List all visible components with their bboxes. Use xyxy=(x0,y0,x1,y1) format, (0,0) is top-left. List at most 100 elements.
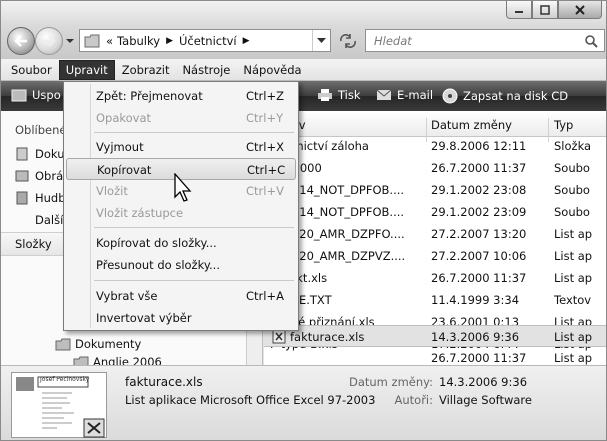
menu-item-label: Zpět: Přejmenovat xyxy=(96,89,203,103)
file-row[interactable]: 020114_NOT_DPFOB.... 29.1.2002 23:09 Sou… xyxy=(264,201,606,223)
file-row-selected[interactable]: fakturace.xls 14.3.2006 9:36 List ap xyxy=(264,325,606,347)
navigation-row: « Tabulky ▶ Účetnictví ▶ Hledat xyxy=(5,25,605,57)
recent-pages-dropdown-icon[interactable] xyxy=(65,36,75,46)
menu-upravit[interactable]: Upravit xyxy=(58,59,115,80)
menu-item-undo[interactable]: Zpět: Přejmenovat Ctrl+Z xyxy=(66,85,296,107)
close-button[interactable] xyxy=(558,1,602,19)
menu-item-shortcut: Ctrl+C xyxy=(247,163,286,177)
breadcrumb-arrow-icon[interactable]: ▶ xyxy=(166,36,173,46)
address-overflow[interactable]: « xyxy=(106,34,113,48)
breadcrumb-tabulky[interactable]: Tabulky xyxy=(117,34,160,48)
title-bar: « Tabulky ▶ Účetnictví ▶ Hledat xyxy=(1,1,606,59)
search-icon[interactable] xyxy=(584,34,598,48)
menu-item-shortcut: Ctrl+Z xyxy=(246,89,284,103)
search-placeholder: Hledat xyxy=(374,33,412,48)
column-date[interactable]: Datum změny xyxy=(431,118,512,132)
file-row[interactable]: Účetnictví záloha 29.8.2006 12:11 Složka xyxy=(264,135,606,157)
menu-zobrazit[interactable]: Zobrazit xyxy=(116,60,176,80)
file-row[interactable]: 070220_AMR_DZPVZ.... 27.2.2007 10:06 Lis… xyxy=(264,245,606,267)
back-button[interactable] xyxy=(7,27,35,55)
file-date: 27.2.2007 10:06 xyxy=(431,249,527,263)
favorite-label: Doku xyxy=(35,147,65,161)
folder-icon xyxy=(84,34,100,47)
disc-icon xyxy=(442,88,458,104)
menu-nastroje[interactable]: Nástroje xyxy=(176,60,236,80)
forward-button[interactable] xyxy=(35,27,63,55)
search-input[interactable]: Hledat xyxy=(365,29,605,52)
breadcrumb-arrow-icon[interactable]: ▶ xyxy=(243,36,250,46)
menu-item-label: Vložit xyxy=(96,184,128,198)
email-icon xyxy=(376,89,392,100)
menu-item-label: Přesunout do složky... xyxy=(96,258,220,272)
maximize-button[interactable] xyxy=(532,1,558,19)
caption-buttons xyxy=(506,1,602,19)
address-bar[interactable]: « Tabulky ▶ Účetnictví ▶ xyxy=(79,29,331,52)
menu-item-cut[interactable]: Vyjmout Ctrl+X xyxy=(66,136,296,158)
menu-bar: Soubor Upravit Zobrazit Nástroje Nápověd… xyxy=(1,59,606,81)
folders-label: Složky xyxy=(15,237,52,251)
print-button[interactable]: Tisk xyxy=(317,88,361,102)
thumbnail-text: Josef Pecinovský xyxy=(40,376,90,383)
file-row[interactable]: 070220_AMR_DZPFO.... 27.2.2007 13:20 Lis… xyxy=(264,223,606,245)
file-thumbnail: Josef Pecinovský xyxy=(11,372,107,438)
favorites-heading: Oblíbené xyxy=(15,123,67,137)
print-label: Tisk xyxy=(338,88,361,102)
organize-button[interactable]: Uspo xyxy=(11,88,61,102)
breadcrumb-ucetnictvi[interactable]: Účetnictví xyxy=(179,34,237,48)
edit-menu: Zpět: Přejmenovat Ctrl+Z Opakovat Ctrl+Y… xyxy=(63,81,299,331)
file-type: List ap xyxy=(554,249,593,263)
arrow-right-icon xyxy=(43,35,56,47)
menu-item-move-to-folder[interactable]: Přesunout do složky... xyxy=(66,254,296,276)
refresh-button[interactable] xyxy=(335,29,361,52)
menu-napoveda[interactable]: Nápověda xyxy=(237,60,307,80)
favorites-more-link[interactable]: Další xyxy=(15,213,63,227)
file-row[interactable]: TIMNE.TXT 11.4.1999 3:34 Textov xyxy=(264,289,606,311)
menu-item-select-all[interactable]: Vybrat vše Ctrl+A xyxy=(66,285,296,307)
maximize-icon xyxy=(540,4,550,15)
details-filename: fakturace.xls xyxy=(125,375,203,389)
file-type: List ap xyxy=(554,227,593,241)
file-type: List ap xyxy=(554,271,593,285)
arrow-left-icon xyxy=(14,35,27,47)
minimize-button[interactable] xyxy=(506,1,532,19)
favorite-item-music[interactable]: Hudb xyxy=(15,191,66,205)
details-pane: Josef Pecinovský fakturace.xls List apli… xyxy=(1,365,606,440)
minimize-icon xyxy=(515,10,523,13)
printer-icon xyxy=(318,89,332,101)
address-dropdown-button[interactable] xyxy=(312,30,330,51)
excel-file-icon xyxy=(272,329,286,344)
favorite-item-pictures[interactable]: Obrá xyxy=(15,169,63,183)
organize-icon xyxy=(11,89,27,102)
favorite-label: Hudb xyxy=(35,191,66,205)
chevron-down-icon xyxy=(317,37,326,43)
refresh-icon xyxy=(340,33,356,48)
favorite-item-documents[interactable]: Doku xyxy=(15,147,65,161)
menu-item-invert-selection[interactable]: Invertovat výběr xyxy=(66,307,296,329)
details-modified-value: 14.3.2006 9:36 xyxy=(439,375,528,389)
file-date: 26.7.2000 11:37 xyxy=(431,161,527,175)
email-button[interactable]: E-mail xyxy=(376,88,433,102)
menu-item-label: Opakovat xyxy=(96,111,152,125)
more-label: Další xyxy=(35,213,64,227)
menu-item-shortcut: Ctrl+Y xyxy=(246,111,284,125)
file-date: 11.4.1999 3:34 xyxy=(431,293,520,307)
file-row[interactable]: 020114_NOT_DPFOB.... 29.1.2002 23:08 Sou… xyxy=(264,179,606,201)
file-date: 29.8.2006 12:11 xyxy=(431,139,527,153)
burn-cd-button[interactable]: Zapsat na disk CD xyxy=(442,88,568,104)
menu-item-paste-shortcut[interactable]: Vložit zástupce xyxy=(66,202,296,224)
file-row[interactable]: ssifakt.xls 26.7.2000 11:37 List ap xyxy=(264,267,606,289)
menu-soubor[interactable]: Soubor xyxy=(5,60,58,80)
music-icon xyxy=(16,191,28,205)
file-date: 26.7.2000 11:37 xyxy=(431,351,527,365)
file-date: 29.1.2002 23:08 xyxy=(431,183,527,197)
file-list: Název Datum změny Typ Účetnictví záloha … xyxy=(264,111,606,365)
details-modified-label: Datum změny: xyxy=(348,375,433,389)
tree-item-documents[interactable]: Dokumenty xyxy=(55,337,141,351)
email-label: E-mail xyxy=(397,88,434,102)
file-row[interactable]: 26A0000 26.7.2000 11:37 Soubo xyxy=(264,157,606,179)
menu-item-copy-to-folder[interactable]: Kopírovat do složky... xyxy=(66,232,296,254)
column-type[interactable]: Typ xyxy=(554,118,573,132)
menu-item-shortcut: Ctrl+A xyxy=(246,289,284,303)
menu-item-redo[interactable]: Opakovat Ctrl+Y xyxy=(66,107,296,129)
file-date: 29.1.2002 23:09 xyxy=(431,205,527,219)
